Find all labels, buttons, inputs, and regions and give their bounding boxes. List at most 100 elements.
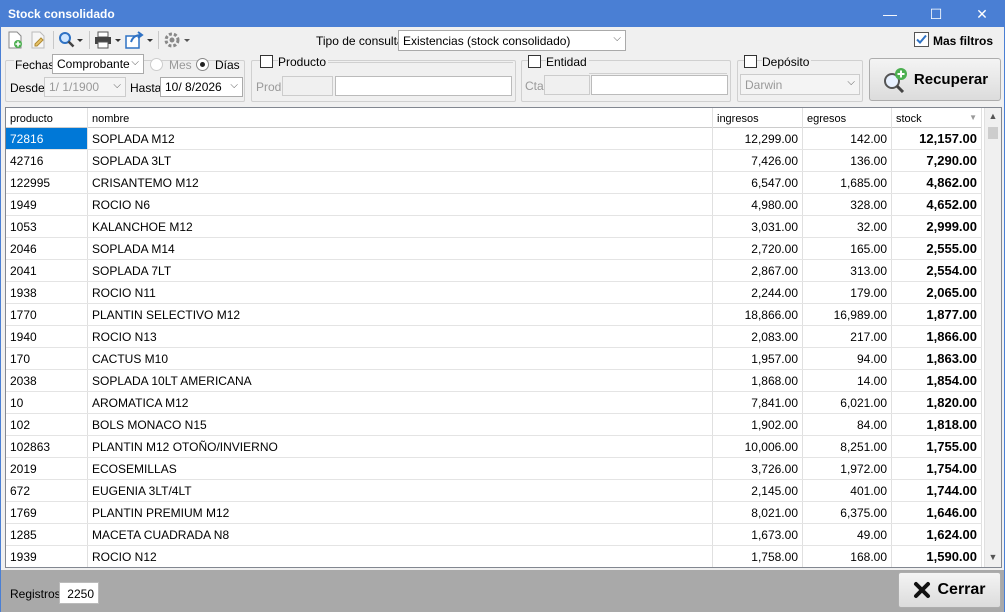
cell-ingresos[interactable]: 2,720.00 [713,238,803,259]
cell-producto[interactable]: 102 [6,414,88,435]
cell-stock[interactable]: 1,866.00 [892,326,982,347]
table-row[interactable]: 2046 SOPLADA M14 2,720.00 165.00 2,555.00 [6,238,982,260]
cell-egresos[interactable]: 168.00 [803,546,892,567]
cell-producto[interactable]: 1939 [6,546,88,567]
cell-egresos[interactable]: 401.00 [803,480,892,501]
cell-nombre[interactable]: ECOSEMILLAS [88,458,713,479]
table-row[interactable]: 1285 MACETA CUADRADA N8 1,673.00 49.00 1,624… [6,524,982,546]
column-header-egresos[interactable]: egresos [803,108,892,128]
cell-ingresos[interactable]: 2,867.00 [713,260,803,281]
column-header-nombre[interactable]: nombre [88,108,713,128]
cell-producto[interactable]: 72816 [6,128,88,149]
cell-stock[interactable]: 2,065.00 [892,282,982,303]
table-row[interactable]: 2038 SOPLADA 10LT AMERICANA 1,868.00 14.00 1… [6,370,982,392]
cell-egresos[interactable]: 142.00 [803,128,892,149]
cell-producto[interactable]: 170 [6,348,88,369]
producto-checkbox[interactable] [260,55,273,68]
recuperar-button[interactable]: Recuperar [869,58,1001,101]
settings-icon[interactable] [163,30,191,50]
cell-egresos[interactable]: 179.00 [803,282,892,303]
cell-stock[interactable]: 1,818.00 [892,414,982,435]
cell-ingresos[interactable]: 2,145.00 [713,480,803,501]
cell-ingresos[interactable]: 1,673.00 [713,524,803,545]
cell-stock[interactable]: 1,863.00 [892,348,982,369]
column-header-ingresos[interactable]: ingresos [713,108,803,128]
cell-egresos[interactable]: 32.00 [803,216,892,237]
cell-nombre[interactable]: SOPLADA 3LT [88,150,713,171]
cell-producto[interactable]: 1285 [6,524,88,545]
cell-egresos[interactable]: 328.00 [803,194,892,215]
cell-egresos[interactable]: 8,251.00 [803,436,892,457]
cell-producto[interactable]: 1949 [6,194,88,215]
table-row[interactable]: 1053 KALANCHOE M12 3,031.00 32.00 2,999.00 [6,216,982,238]
cell-egresos[interactable]: 94.00 [803,348,892,369]
cta-code-input[interactable] [544,75,590,95]
cell-ingresos[interactable]: 3,726.00 [713,458,803,479]
hasta-date-picker[interactable]: 10/ 8/2026 ⌵ [160,77,243,97]
cell-nombre[interactable]: ROCIO N6 [88,194,713,215]
cell-stock[interactable]: 1,754.00 [892,458,982,479]
cell-producto[interactable]: 2019 [6,458,88,479]
cell-nombre[interactable]: AROMATICA M12 [88,392,713,413]
cell-egresos[interactable]: 6,375.00 [803,502,892,523]
cell-nombre[interactable]: MACETA CUADRADA N8 [88,524,713,545]
new-doc-icon[interactable] [7,30,23,50]
cell-producto[interactable]: 1770 [6,304,88,325]
cell-egresos[interactable]: 49.00 [803,524,892,545]
cell-ingresos[interactable]: 1,758.00 [713,546,803,567]
cell-egresos[interactable]: 165.00 [803,238,892,259]
cell-nombre[interactable]: KALANCHOE M12 [88,216,713,237]
stock-grid[interactable]: producto nombre ingresos egresos stock ▼ 7281… [5,107,1002,568]
cell-ingresos[interactable]: 1,957.00 [713,348,803,369]
cell-egresos[interactable]: 313.00 [803,260,892,281]
cell-producto[interactable]: 10 [6,392,88,413]
close-window-button[interactable]: ✕ [959,1,1005,27]
cell-egresos[interactable]: 136.00 [803,150,892,171]
cell-egresos[interactable]: 217.00 [803,326,892,347]
maximize-button[interactable]: ☐ [913,1,959,27]
cell-stock[interactable]: 1,646.00 [892,502,982,523]
mes-radio[interactable] [150,58,163,71]
cell-stock[interactable]: 1,755.00 [892,436,982,457]
cell-nombre[interactable]: CACTUS M10 [88,348,713,369]
cell-stock[interactable]: 1,624.00 [892,524,982,545]
cell-egresos[interactable]: 6,021.00 [803,392,892,413]
cell-ingresos[interactable]: 2,244.00 [713,282,803,303]
cell-ingresos[interactable]: 18,866.00 [713,304,803,325]
cell-producto[interactable]: 1053 [6,216,88,237]
cell-stock[interactable]: 7,290.00 [892,150,982,171]
cell-stock[interactable]: 2,999.00 [892,216,982,237]
cell-producto[interactable]: 2041 [6,260,88,281]
cell-producto[interactable]: 2038 [6,370,88,391]
table-row[interactable]: 102863 PLANTIN M12 OTOÑO/INVIERNO 10,006.0… [6,436,982,458]
cell-ingresos[interactable]: 1,902.00 [713,414,803,435]
cell-producto[interactable]: 122995 [6,172,88,193]
cell-stock[interactable]: 1,744.00 [892,480,982,501]
tipo-consulta-select[interactable]: Existencias (stock consolidado) ⌵ [398,30,626,51]
export-icon[interactable] [125,30,155,50]
prod-code-input[interactable] [282,76,333,96]
cell-ingresos[interactable]: 3,031.00 [713,216,803,237]
table-row[interactable]: 1938 ROCIO N11 2,244.00 179.00 2,065.00 [6,282,982,304]
cell-stock[interactable]: 2,555.00 [892,238,982,259]
cell-nombre[interactable]: PLANTIN PREMIUM M12 [88,502,713,523]
cell-egresos[interactable]: 84.00 [803,414,892,435]
cell-egresos[interactable]: 16,989.00 [803,304,892,325]
cell-nombre[interactable]: SOPLADA M12 [88,128,713,149]
cell-nombre[interactable]: EUGENIA 3LT/4LT [88,480,713,501]
cell-producto[interactable]: 102863 [6,436,88,457]
cell-ingresos[interactable]: 2,083.00 [713,326,803,347]
cell-nombre[interactable]: ROCIO N13 [88,326,713,347]
search-icon[interactable] [58,30,84,50]
cell-nombre[interactable]: ROCIO N12 [88,546,713,567]
cell-ingresos[interactable]: 7,841.00 [713,392,803,413]
cta-name-input[interactable] [591,75,728,95]
cell-nombre[interactable]: SOPLADA 7LT [88,260,713,281]
table-row[interactable]: 1939 ROCIO N12 1,758.00 168.00 1,590.00 [6,546,982,567]
cell-stock[interactable]: 4,652.00 [892,194,982,215]
table-row[interactable]: 1770 PLANTIN SELECTIVO M12 18,866.00 16,989… [6,304,982,326]
cell-nombre[interactable]: ROCIO N11 [88,282,713,303]
table-row[interactable]: 1940 ROCIO N13 2,083.00 217.00 1,866.00 [6,326,982,348]
table-row[interactable]: 170 CACTUS M10 1,957.00 94.00 1,863.00 [6,348,982,370]
cell-stock[interactable]: 4,862.00 [892,172,982,193]
